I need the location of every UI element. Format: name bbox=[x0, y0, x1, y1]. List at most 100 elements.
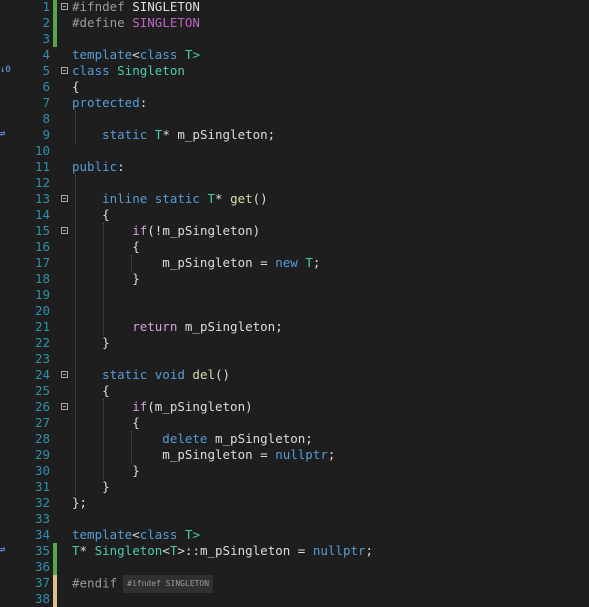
line-number: 27 bbox=[34, 415, 50, 430]
code-line[interactable]: 35 T* Singleton<T>::m_pSingleton = nullpt… bbox=[0, 543, 589, 559]
code-line[interactable]: 17 m_pSingleton = new T; bbox=[0, 255, 589, 271]
code-line[interactable]: 27 { bbox=[0, 415, 589, 431]
line-number: 37 bbox=[34, 575, 50, 590]
code-token: class bbox=[139, 527, 178, 542]
code-line[interactable]: 26 if(m_pSingleton) bbox=[0, 399, 589, 415]
line-number: 23 bbox=[34, 351, 50, 366]
change-indicator bbox=[53, 0, 57, 15]
code-line[interactable]: 16 { bbox=[0, 239, 589, 255]
code-line[interactable]: 34 template<class T> bbox=[0, 527, 589, 543]
code-line[interactable]: 14 { bbox=[0, 207, 589, 223]
code-text[interactable]: { bbox=[72, 383, 110, 399]
line-number: 9 bbox=[42, 127, 50, 142]
collapse-icon[interactable] bbox=[61, 371, 68, 378]
code-line[interactable]: 33 bbox=[0, 511, 589, 527]
code-text[interactable]: inline static T* get() bbox=[72, 191, 268, 207]
code-line[interactable]: 22 } bbox=[0, 335, 589, 351]
code-token: Singleton bbox=[94, 543, 163, 558]
code-line[interactable]: 15 if(!m_pSingleton) bbox=[0, 223, 589, 239]
code-token: { bbox=[72, 79, 80, 94]
code-line[interactable]: 23 bbox=[0, 351, 589, 367]
collapse-icon[interactable] bbox=[61, 403, 68, 410]
code-text[interactable]: template<class T> bbox=[72, 527, 200, 543]
code-token: } bbox=[72, 463, 140, 478]
code-line[interactable]: 28 delete m_pSingleton; bbox=[0, 431, 589, 447]
code-text[interactable]: }; bbox=[72, 495, 87, 511]
code-line[interactable]: 25 { bbox=[0, 383, 589, 399]
references-icon[interactable]: ⇄ bbox=[0, 129, 16, 139]
indent-guide bbox=[75, 111, 76, 143]
collapse-icon[interactable] bbox=[61, 67, 68, 74]
code-line[interactable]: 1 #ifndef SINGLETON bbox=[0, 0, 589, 15]
code-token: { bbox=[72, 239, 140, 254]
code-line[interactable]: 10 bbox=[0, 143, 589, 159]
code-text[interactable]: } bbox=[72, 271, 140, 287]
line-number: 19 bbox=[34, 287, 50, 302]
code-line[interactable]: 31 } bbox=[0, 479, 589, 495]
line-number: 32 bbox=[34, 495, 50, 510]
code-text[interactable]: static T* m_pSingleton; bbox=[72, 127, 275, 143]
code-text[interactable]: m_pSingleton = new T; bbox=[72, 255, 320, 271]
code-line[interactable]: 24 static void del() bbox=[0, 367, 589, 383]
line-number: 38 bbox=[34, 591, 50, 606]
code-line[interactable]: 12 bbox=[0, 175, 589, 191]
code-text[interactable]: m_pSingleton = nullptr; bbox=[72, 447, 335, 463]
line-number: 15 bbox=[34, 223, 50, 238]
code-token: (!m_pSingleton) bbox=[147, 223, 261, 238]
code-line[interactable]: 20 bbox=[0, 303, 589, 319]
code-text[interactable]: { bbox=[72, 239, 140, 255]
code-line[interactable]: 2 #define SINGLETON bbox=[0, 15, 589, 31]
derived-icon[interactable]: ↓0 bbox=[0, 65, 16, 75]
code-token: } bbox=[72, 271, 140, 286]
code-text[interactable]: } bbox=[72, 335, 110, 351]
code-text[interactable]: if(!m_pSingleton) bbox=[72, 223, 260, 239]
code-line[interactable]: 30 } bbox=[0, 463, 589, 479]
code-line[interactable]: 32}; bbox=[0, 495, 589, 511]
code-line[interactable]: 6{ bbox=[0, 79, 589, 95]
code-text[interactable]: { bbox=[72, 79, 80, 95]
code-text[interactable]: static void del() bbox=[72, 367, 230, 383]
line-number: 14 bbox=[34, 207, 50, 222]
code-text[interactable]: #ifndef SINGLETON bbox=[72, 0, 200, 15]
code-text[interactable]: if(m_pSingleton) bbox=[72, 399, 252, 415]
code-line[interactable]: 29 m_pSingleton = nullptr; bbox=[0, 447, 589, 463]
code-token: static bbox=[72, 127, 155, 142]
code-line[interactable]: 18 } bbox=[0, 271, 589, 287]
code-text[interactable]: { bbox=[72, 207, 110, 223]
code-token: template bbox=[72, 527, 133, 542]
collapse-icon[interactable] bbox=[61, 227, 68, 234]
code-text[interactable]: } bbox=[72, 479, 110, 495]
code-line[interactable]: 8 bbox=[0, 111, 589, 127]
code-text[interactable]: public: bbox=[72, 159, 125, 175]
collapse-icon[interactable] bbox=[61, 195, 68, 202]
references-icon[interactable]: ⇄ bbox=[0, 545, 16, 555]
code-line[interactable]: 7 protected: bbox=[0, 95, 589, 111]
code-text[interactable]: delete m_pSingleton; bbox=[72, 431, 313, 447]
code-text[interactable]: } bbox=[72, 463, 140, 479]
code-token: nullptr bbox=[312, 543, 366, 558]
code-token: #endif bbox=[72, 575, 118, 591]
code-line[interactable]: 21 return m_pSingleton; bbox=[0, 319, 589, 335]
code-text[interactable]: #define SINGLETON bbox=[72, 15, 200, 31]
code-line[interactable]: 4 template<class T> bbox=[0, 47, 589, 63]
line-number: 22 bbox=[34, 335, 50, 350]
code-token: >::m_pSingleton = bbox=[177, 543, 313, 558]
collapse-icon[interactable] bbox=[61, 3, 68, 10]
code-line[interactable]: 36 bbox=[0, 559, 589, 575]
code-line[interactable]: 13 inline static T* get() bbox=[0, 191, 589, 207]
line-number: 17 bbox=[34, 255, 50, 270]
code-line[interactable]: 3 bbox=[0, 31, 589, 47]
code-line[interactable]: 19 bbox=[0, 287, 589, 303]
code-text[interactable]: class Singleton bbox=[72, 63, 185, 79]
code-line[interactable]: 38 bbox=[0, 591, 589, 607]
code-token: } bbox=[72, 479, 110, 494]
code-text[interactable]: protected: bbox=[72, 95, 147, 111]
code-text[interactable]: template<class T> bbox=[72, 47, 200, 63]
code-line[interactable]: 37 #endif #ifndef SINGLETON bbox=[0, 575, 589, 593]
line-number: 33 bbox=[34, 511, 50, 526]
code-line[interactable]: 9 static T* m_pSingleton; bbox=[0, 127, 589, 143]
code-line[interactable]: 11 public: bbox=[0, 159, 589, 175]
code-line[interactable]: 5 class Singleton bbox=[0, 63, 589, 79]
code-text[interactable]: T* Singleton<T>::m_pSingleton = nullptr; bbox=[72, 543, 373, 559]
code-text[interactable]: { bbox=[72, 415, 140, 431]
